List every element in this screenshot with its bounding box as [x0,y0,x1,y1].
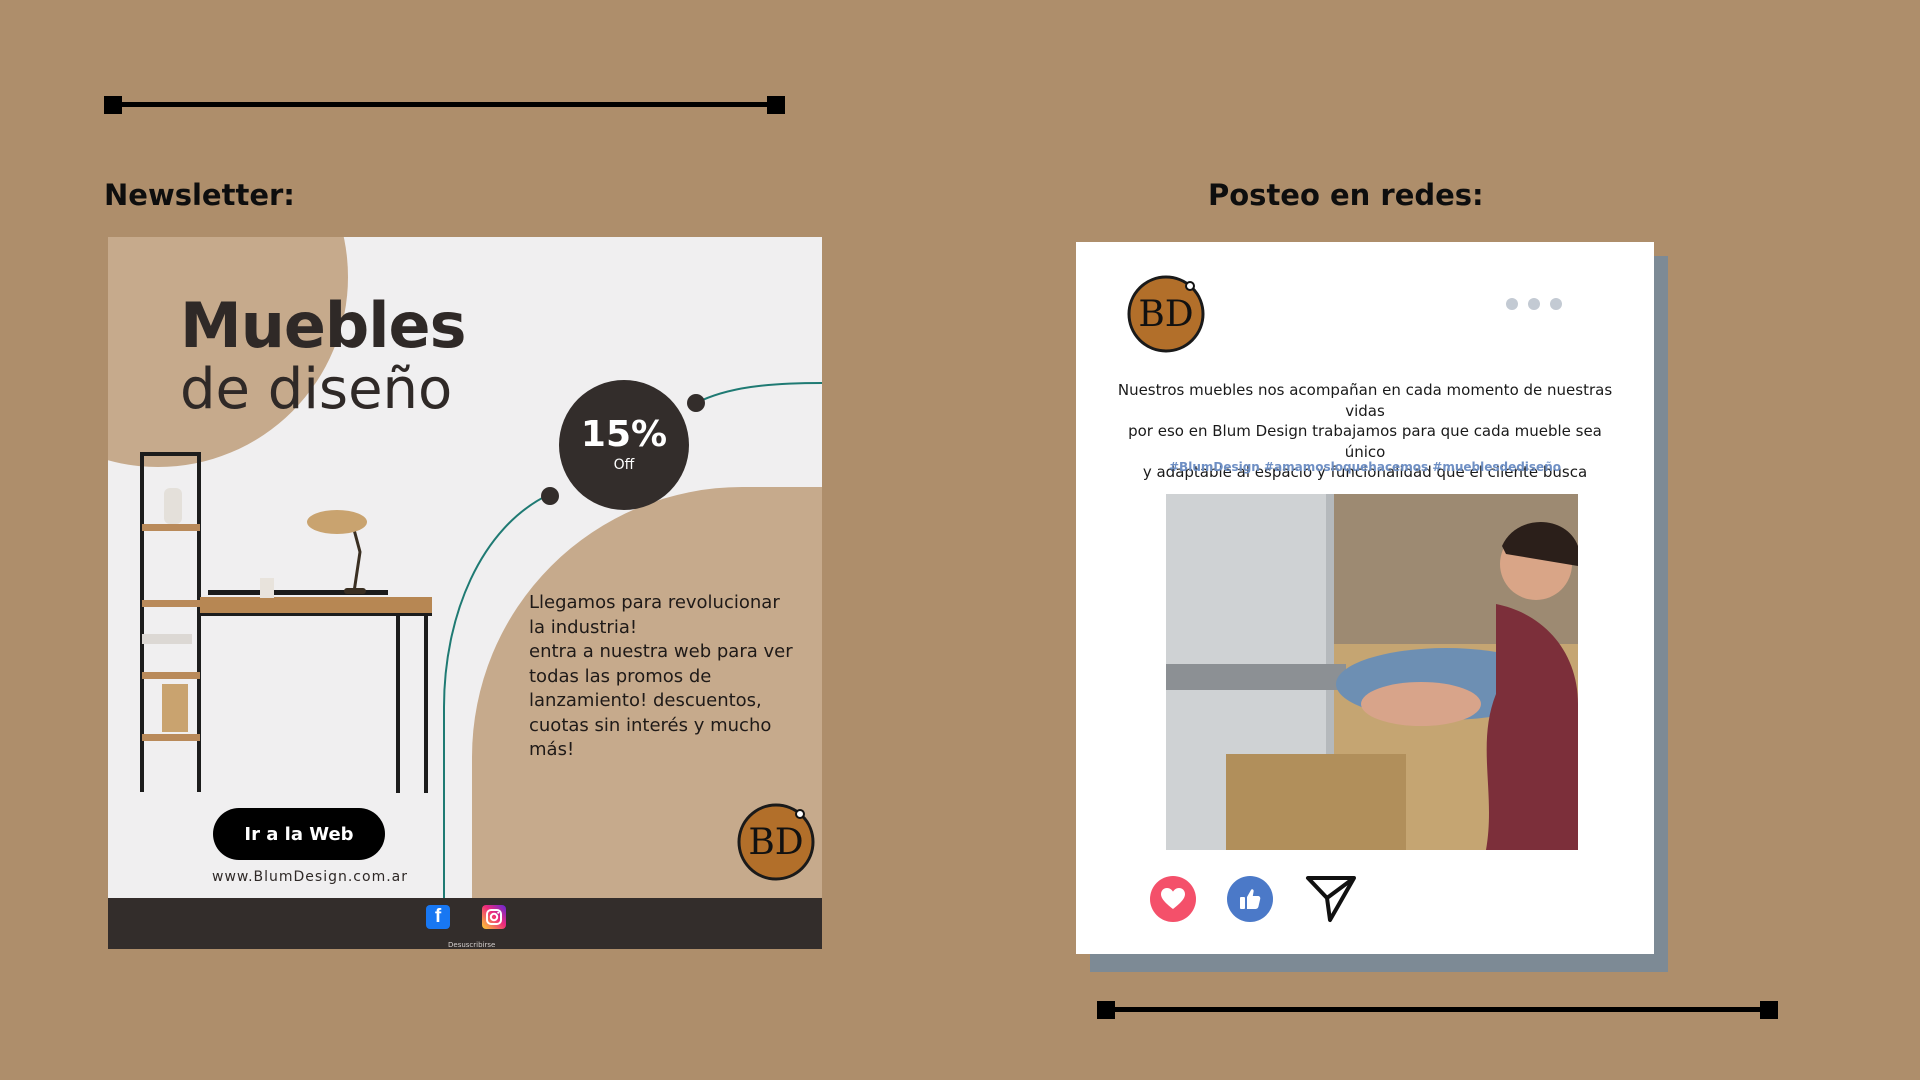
post-hashtags[interactable]: #BlumDesign #amamosloquehacemos #muebles… [1116,460,1614,474]
curve-dot [687,394,705,412]
send-icon[interactable] [1304,872,1358,930]
website-link[interactable]: www.BlumDesign.com.ar [212,869,408,885]
heart-glyph [1161,888,1185,909]
logo-text: BD [748,822,803,863]
discount-value: 15% [580,414,668,455]
thumbs-up-icon[interactable] [1227,876,1273,922]
more-dot [1528,298,1540,310]
top-divider-right-end [767,96,785,114]
more-dot [1506,298,1518,310]
post-logo-text: BD [1138,294,1193,335]
instagram-glyph [486,909,502,925]
brand-logo: BD [737,803,815,881]
newsletter-heading-light: de diseño [180,357,453,422]
discount-label: Off [613,457,635,473]
post-section-title: Posteo en redes: [1208,178,1484,212]
newsletter-section-title: Newsletter: [104,178,295,212]
post-photo [1166,494,1578,850]
unsubscribe-link[interactable]: Desuscribirse [448,941,495,949]
newsletter-body-text: Llegamos para revolucionar la industria!… [529,592,793,760]
bottom-divider-left-end [1097,1001,1115,1019]
newsletter-card: Muebles de diseño 15% Off Llegamos para … [108,237,822,949]
desk-illustration [140,452,432,793]
heart-icon[interactable] [1150,876,1196,922]
curve-dot [541,487,559,505]
top-divider-left-end [104,96,122,114]
send-glyph [1306,876,1356,922]
newsletter-heading-bold: Muebles [180,289,466,362]
more-options-icon[interactable] [1506,298,1562,310]
facebook-icon[interactable]: f [426,905,450,929]
bottom-divider [1105,1007,1775,1012]
thumbs-up-glyph [1240,889,1261,909]
newsletter-footer: f Desuscribirse [108,898,822,949]
go-to-web-button[interactable]: Ir a la Web [213,808,385,860]
more-dot [1550,298,1562,310]
bottom-divider-right-end [1760,1001,1778,1019]
assembly-photo-illustration [1166,494,1578,850]
top-divider [112,102,782,107]
discount-badge: 15% Off [559,380,689,510]
instagram-icon[interactable] [482,905,506,929]
post-avatar-logo: BD [1127,275,1205,353]
post-card: BD Nuestros muebles nos acompañan en cad… [1076,242,1654,954]
